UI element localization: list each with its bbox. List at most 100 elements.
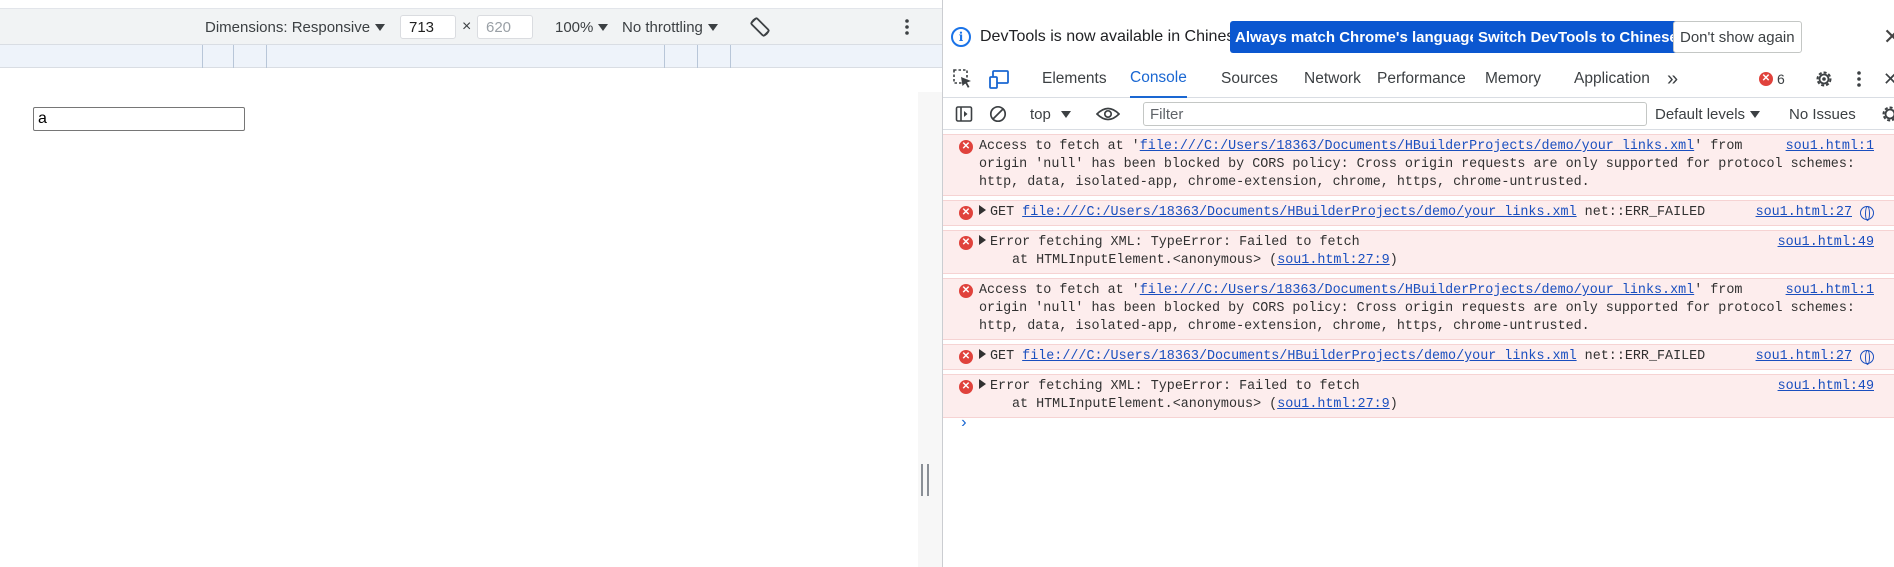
inspect-element-icon[interactable] <box>952 60 974 98</box>
console-error-message: ✕ Access to fetch at 'file:///C:/Users/1… <box>943 134 1894 196</box>
file-url-link[interactable]: file:///C:/Users/18363/Documents/HBuilde… <box>1140 283 1694 298</box>
zoom-dropdown[interactable]: 100% <box>555 9 609 45</box>
error-code: net::ERR_FAILED <box>1584 349 1706 364</box>
tab-memory[interactable]: Memory <box>1485 60 1541 98</box>
network-globe-icon[interactable] <box>1860 350 1874 365</box>
tab-application[interactable]: Application <box>1574 60 1650 98</box>
stack-text: ) <box>1389 397 1398 412</box>
source-link[interactable]: sou1.html:1 <box>1779 138 1874 156</box>
message-text: Error fetching XML: TypeError: Failed to… <box>990 235 1360 250</box>
error-icon: ✕ <box>959 236 973 250</box>
media-query-ruler <box>0 45 942 68</box>
tab-performance[interactable]: Performance <box>1377 60 1466 98</box>
ruler-mark <box>266 45 267 68</box>
expand-triangle-icon[interactable] <box>979 205 986 215</box>
file-url-link[interactable]: file:///C:/Users/18363/Documents/HBuilde… <box>1022 349 1576 364</box>
device-toggle-icon[interactable] <box>988 60 1010 98</box>
http-method: GET <box>990 349 1015 364</box>
message-line: Access to fetch at 'file:///C:/Users/183… <box>979 138 1886 156</box>
issues-button[interactable]: No Issues <box>1789 98 1856 130</box>
tab-console[interactable]: Console <box>1130 60 1187 98</box>
message-line: Access to fetch at 'file:///C:/Users/183… <box>979 282 1886 300</box>
source-link[interactable]: sou1.html:27 <box>1749 204 1852 222</box>
console-prompt[interactable]: › <box>959 414 969 432</box>
chevron-down-icon <box>375 23 386 31</box>
expand-triangle-icon[interactable] <box>979 349 986 359</box>
expand-triangle-icon[interactable] <box>979 379 986 389</box>
more-options-icon[interactable] <box>904 9 910 45</box>
source-link[interactable]: sou1.html:49 <box>1771 234 1874 252</box>
console-settings-gear-icon[interactable] <box>1880 98 1894 130</box>
device-emulation-pane: Dimensions: Responsive 713 × 620 100% No… <box>0 0 942 567</box>
chevron-down-icon <box>1750 110 1761 118</box>
stack-source-link[interactable]: sou1.html:27:9 <box>1277 397 1390 412</box>
error-count: 6 <box>1777 71 1785 87</box>
dimensions-label: Dimensions: Responsive <box>205 18 371 36</box>
message-text: ' from <box>1694 139 1743 154</box>
source-link[interactable]: sou1.html:1 <box>1779 282 1874 300</box>
ruler-mark <box>697 45 698 68</box>
language-infobar: i DevTools is now available in Chinese! … <box>943 17 1894 57</box>
clear-console-icon[interactable] <box>989 98 1007 130</box>
file-url-link[interactable]: file:///C:/Users/18363/Documents/HBuilde… <box>1022 205 1576 220</box>
source-link[interactable]: sou1.html:49 <box>1771 378 1874 396</box>
page-viewport <box>0 68 918 567</box>
close-icon[interactable]: ✕ <box>1883 24 1894 50</box>
log-levels-dropdown[interactable]: Default levels <box>1655 98 1761 130</box>
resize-handle[interactable] <box>921 464 929 496</box>
console-error-message: ✕ GET file:///C:/Users/18363/Documents/H… <box>943 344 1894 370</box>
sidebar-toggle-icon[interactable] <box>955 98 973 130</box>
error-icon: ✕ <box>959 140 973 154</box>
network-globe-icon[interactable] <box>1860 206 1874 221</box>
message-line: http, data, isolated-app, chrome-extensi… <box>979 319 1590 334</box>
rotate-icon[interactable] <box>748 9 772 45</box>
ruler-mark <box>202 45 203 68</box>
device-toolbar: Dimensions: Responsive 713 × 620 100% No… <box>0 9 942 45</box>
ruler-mark <box>664 45 665 68</box>
devtools-tabbar: Elements Console Sources Network Perform… <box>943 60 1894 98</box>
console-toolbar: top Default levels No Issues <box>943 98 1894 130</box>
settings-gear-icon[interactable] <box>1814 60 1834 98</box>
top-strip <box>0 0 942 9</box>
context-selector[interactable]: top <box>1030 98 1071 130</box>
tab-network[interactable]: Network <box>1304 60 1361 98</box>
more-tabs-icon[interactable]: » <box>1667 60 1678 98</box>
expand-triangle-icon[interactable] <box>979 235 986 245</box>
console-messages: ✕ Access to fetch at 'file:///C:/Users/1… <box>943 134 1894 422</box>
always-match-language-button[interactable]: Always match Chrome's language <box>1230 21 1483 53</box>
height-input[interactable]: 620 <box>477 15 533 39</box>
dont-show-again-button[interactable]: Don't show again <box>1673 21 1802 53</box>
chevron-down-icon <box>598 23 609 31</box>
page-text-input[interactable] <box>33 107 245 131</box>
width-input[interactable]: 713 <box>400 15 456 39</box>
throttling-label: No throttling <box>622 18 703 36</box>
stack-line: at HTMLInputElement.<anonymous> (sou1.ht… <box>979 396 1886 414</box>
tab-sources[interactable]: Sources <box>1221 60 1278 98</box>
ruler-mark <box>233 45 234 68</box>
message-line: origin 'null' has been blocked by CORS p… <box>979 157 1855 172</box>
message-line: Error fetching XML: TypeError: Failed to… <box>979 234 1886 252</box>
log-levels-label: Default levels <box>1655 105 1746 123</box>
console-error-message: ✕ Access to fetch at 'file:///C:/Users/1… <box>943 278 1894 340</box>
error-counter[interactable]: ✕ 6 <box>1759 60 1785 98</box>
error-icon: ✕ <box>959 380 973 394</box>
stack-line: at HTMLInputElement.<anonymous> (sou1.ht… <box>979 252 1886 270</box>
dimensions-dropdown[interactable]: Dimensions: Responsive <box>205 9 386 45</box>
customize-menu-icon[interactable] <box>1856 60 1862 98</box>
close-devtools-icon[interactable]: ✕ <box>1883 60 1894 98</box>
info-icon: i <box>951 27 971 47</box>
devtools-panel: i DevTools is now available in Chinese! … <box>943 0 1894 567</box>
throttling-dropdown[interactable]: No throttling <box>622 9 718 45</box>
console-error-message: ✕ Error fetching XML: TypeError: Failed … <box>943 230 1894 274</box>
file-url-link[interactable]: file:///C:/Users/18363/Documents/HBuilde… <box>1140 139 1694 154</box>
zoom-label: 100% <box>555 18 594 36</box>
chevron-down-icon <box>707 23 718 31</box>
tab-elements[interactable]: Elements <box>1042 60 1107 98</box>
live-expression-eye-icon[interactable] <box>1096 98 1120 130</box>
switch-to-chinese-button[interactable]: Switch DevTools to Chinese <box>1473 21 1683 53</box>
filter-input[interactable] <box>1143 102 1647 126</box>
stack-source-link[interactable]: sou1.html:27:9 <box>1277 253 1390 268</box>
stack-text: at HTMLInputElement.<anonymous> ( <box>1012 253 1278 268</box>
chevron-down-icon <box>1060 110 1071 118</box>
source-link[interactable]: sou1.html:27 <box>1749 348 1852 366</box>
